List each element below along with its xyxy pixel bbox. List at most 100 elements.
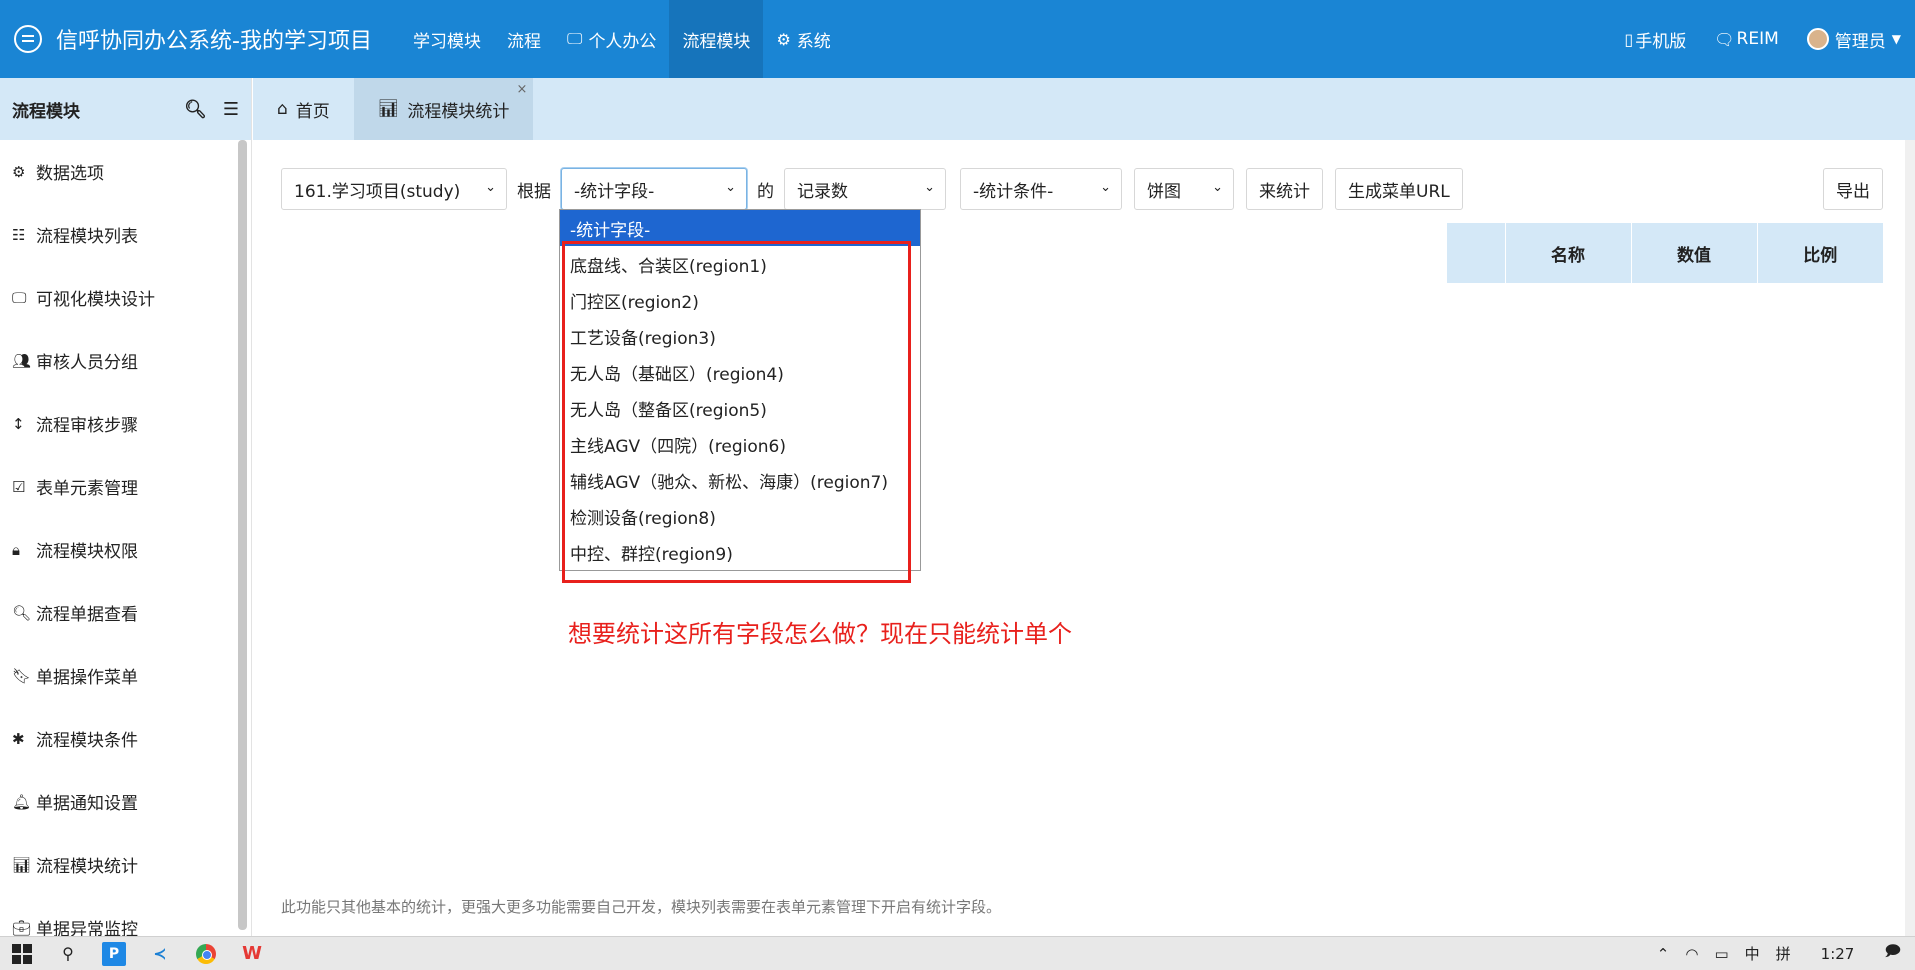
nav-item-flow-module[interactable]: 流程模块	[669, 0, 764, 78]
search-icon[interactable]: 🔍︎	[184, 99, 207, 120]
list-icon: ☷	[12, 225, 26, 244]
sidebar-item-module-permissions[interactable]: 🔒︎ 流程模块权限	[0, 518, 251, 581]
sidebar-scrollbar[interactable]	[238, 140, 247, 930]
select-value: 记录数	[797, 181, 848, 202]
vscode-icon[interactable]: ≺	[148, 942, 172, 966]
help-footnote: 此功能只其他基本的统计，更强大更多功能需要自己开发，模块列表需要在表单元素管理下…	[281, 898, 1002, 916]
main-nav: 学习模块 流程 🖵 个人办公 流程模块 ⚙ 系统	[400, 0, 844, 78]
column-header-value[interactable]: 数值	[1631, 223, 1758, 283]
brand[interactable]: 信呼协同办公系统-我的学习项目	[0, 23, 400, 55]
nav-label: 流程	[507, 31, 541, 52]
column-header-ratio[interactable]: 比例	[1757, 223, 1883, 283]
sidebar-item-label: 可视化模块设计	[36, 290, 155, 310]
chevron-up-icon[interactable]: ⌃	[1657, 945, 1670, 963]
notification-icon[interactable]: 🗩	[1884, 941, 1901, 966]
tab-label: 流程模块统计	[407, 101, 510, 122]
os-taskbar: ⚲ P ≺ W ⌃ ◠ ▭ 中 拼 1:27 🗩	[0, 936, 1915, 970]
clock[interactable]: 1:27	[1821, 945, 1855, 963]
taskbar-apps: ⚲ P ≺ W	[0, 941, 286, 966]
monitor-icon: 🖵	[567, 29, 583, 48]
run-statistics-button[interactable]: 来统计	[1246, 168, 1323, 210]
sidebar-item-form-elements[interactable]: ☑ 表单元素管理	[0, 455, 251, 518]
export-button[interactable]: 导出	[1823, 168, 1883, 210]
nav-item-study[interactable]: 学习模块	[400, 0, 494, 78]
select-value: 饼图	[1147, 181, 1181, 202]
field-select[interactable]: -统计字段- ⌄	[561, 168, 747, 210]
sidebar-item-module-statistics[interactable]: 📊︎ 流程模块统计	[0, 833, 251, 896]
metric-select[interactable]: 记录数 ⌄	[784, 168, 946, 210]
gear-icon: ⚙	[12, 162, 26, 181]
bar-chart-icon: 📊︎	[12, 855, 32, 874]
monitor-icon: 🖵	[12, 288, 27, 307]
sidebar-item-label: 表单元素管理	[36, 479, 138, 499]
app-title: 信呼协同办公系统-我的学习项目	[56, 29, 372, 54]
nav-label: 流程模块	[682, 31, 751, 52]
user-menu[interactable]: 管理员 ▼	[1793, 0, 1915, 78]
sidebar-item-exception-monitor[interactable]: 💼︎ 单据异常监控	[0, 896, 251, 937]
system-tray: ⌃ ◠ ▭ 中 拼 1:27 🗩	[1641, 941, 1915, 966]
chevron-down-icon: ⌄	[725, 180, 736, 195]
sidebar-menu: ⚙ 数据选项 ☷ 流程模块列表 🖵 可视化模块设计 👥︎ 审核人员分组 ↕ 流程审核步骤 …	[0, 140, 251, 937]
select-value: 161.学习项目(study)	[294, 181, 461, 202]
search-icon[interactable]: ⚲	[56, 942, 80, 966]
battery-icon[interactable]: ▭	[1714, 945, 1728, 963]
p-app-icon[interactable]: P	[102, 941, 126, 966]
tab-home[interactable]: ⌂ 首页	[253, 78, 354, 140]
sidebar-item-reviewer-groups[interactable]: 👥︎ 审核人员分组	[0, 329, 251, 392]
sidebar-item-visual-design[interactable]: 🖵 可视化模块设计	[0, 266, 251, 329]
chevron-down-icon: ⌄	[1100, 180, 1111, 195]
lock-icon: 🔒︎	[12, 540, 20, 559]
module-select[interactable]: 161.学习项目(study) ⌄	[281, 168, 507, 210]
main-scrollbar[interactable]	[1905, 140, 1915, 936]
users-icon: 👥︎	[12, 351, 32, 370]
chart-type-select[interactable]: 饼图 ⌄	[1134, 168, 1234, 210]
mobile-version-link[interactable]: ▯ 手机版	[1610, 0, 1700, 78]
tab-bar: ⌂ 首页 📊︎ 流程模块统计 ×	[253, 78, 1915, 140]
avatar	[1806, 28, 1829, 50]
sidebar: 流程模块 🔍︎ ☰ ⚙ 数据选项 ☷ 流程模块列表 🖵 可视化模块设计 👥︎ 审核人员分…	[0, 78, 252, 936]
ime-mode[interactable]: 拼	[1776, 943, 1791, 964]
sidebar-item-label: 数据选项	[36, 164, 104, 184]
caret-down-icon: ▼	[1891, 32, 1901, 46]
reim-link[interactable]: 🗨 REIM	[1700, 0, 1793, 78]
nav-label: 学习模块	[413, 31, 481, 52]
sidebar-item-label: 流程审核步骤	[36, 416, 138, 436]
sidebar-item-label: 单据异常监控	[36, 920, 138, 936]
column-header-name[interactable]: 名称	[1505, 223, 1632, 283]
generate-menu-url-button[interactable]: 生成菜单URL	[1335, 168, 1463, 210]
nav-label: 系统	[796, 31, 831, 52]
condition-select[interactable]: -统计条件- ⌄	[960, 168, 1122, 210]
bar-chart-icon: 📊︎	[377, 99, 400, 119]
close-icon[interactable]: ×	[516, 82, 527, 97]
sidebar-item-data-options[interactable]: ⚙ 数据选项	[0, 140, 251, 203]
chevron-down-icon: ⌄	[924, 180, 935, 195]
sidebar-item-notification-settings[interactable]: 🔔︎ 单据通知设置	[0, 770, 251, 833]
reim-label: REIM	[1736, 29, 1779, 49]
sidebar-item-review-steps[interactable]: ↕ 流程审核步骤	[0, 392, 251, 455]
sidebar-header: 流程模块 🔍︎ ☰	[0, 78, 251, 140]
briefcase-icon: 💼︎	[12, 918, 32, 937]
home-icon: ⌂	[277, 99, 288, 119]
sidebar-item-document-view[interactable]: 🔍︎ 流程单据查看	[0, 581, 251, 644]
of-label: 的	[757, 181, 774, 202]
sidebar-item-operation-menu[interactable]: 🔖︎ 单据操作菜单	[0, 644, 251, 707]
nav-item-personal-office[interactable]: 🖵 个人办公	[554, 0, 669, 78]
chrome-icon[interactable]	[194, 942, 218, 966]
main-content: 161.学习项目(study) ⌄ 根据 -统计字段- ⌄ 的 记录数 ⌄ -统计条件…	[253, 140, 1915, 936]
sidebar-item-label: 流程模块条件	[36, 731, 138, 751]
sidebar-item-module-list[interactable]: ☷ 流程模块列表	[0, 203, 251, 266]
column-header-index	[1447, 223, 1506, 283]
sidebar-item-module-conditions[interactable]: ✱ 流程模块条件	[0, 707, 251, 770]
tab-module-statistics[interactable]: 📊︎ 流程模块统计 ×	[353, 78, 534, 140]
nav-item-system[interactable]: ⚙ 系统	[763, 0, 843, 78]
windows-start-icon[interactable]	[10, 942, 34, 966]
nav-item-flow[interactable]: 流程	[494, 0, 554, 78]
wifi-icon[interactable]: ◠	[1685, 945, 1698, 963]
wps-icon[interactable]: W	[240, 942, 264, 966]
sidebar-item-label: 流程模块权限	[36, 542, 138, 562]
sidebar-item-label: 单据通知设置	[36, 794, 138, 814]
menu-icon[interactable]: ☰	[223, 99, 239, 120]
ime-language[interactable]: 中	[1745, 943, 1760, 964]
gear-icon: ⚙	[776, 29, 791, 49]
select-value: -统计条件-	[973, 181, 1054, 202]
